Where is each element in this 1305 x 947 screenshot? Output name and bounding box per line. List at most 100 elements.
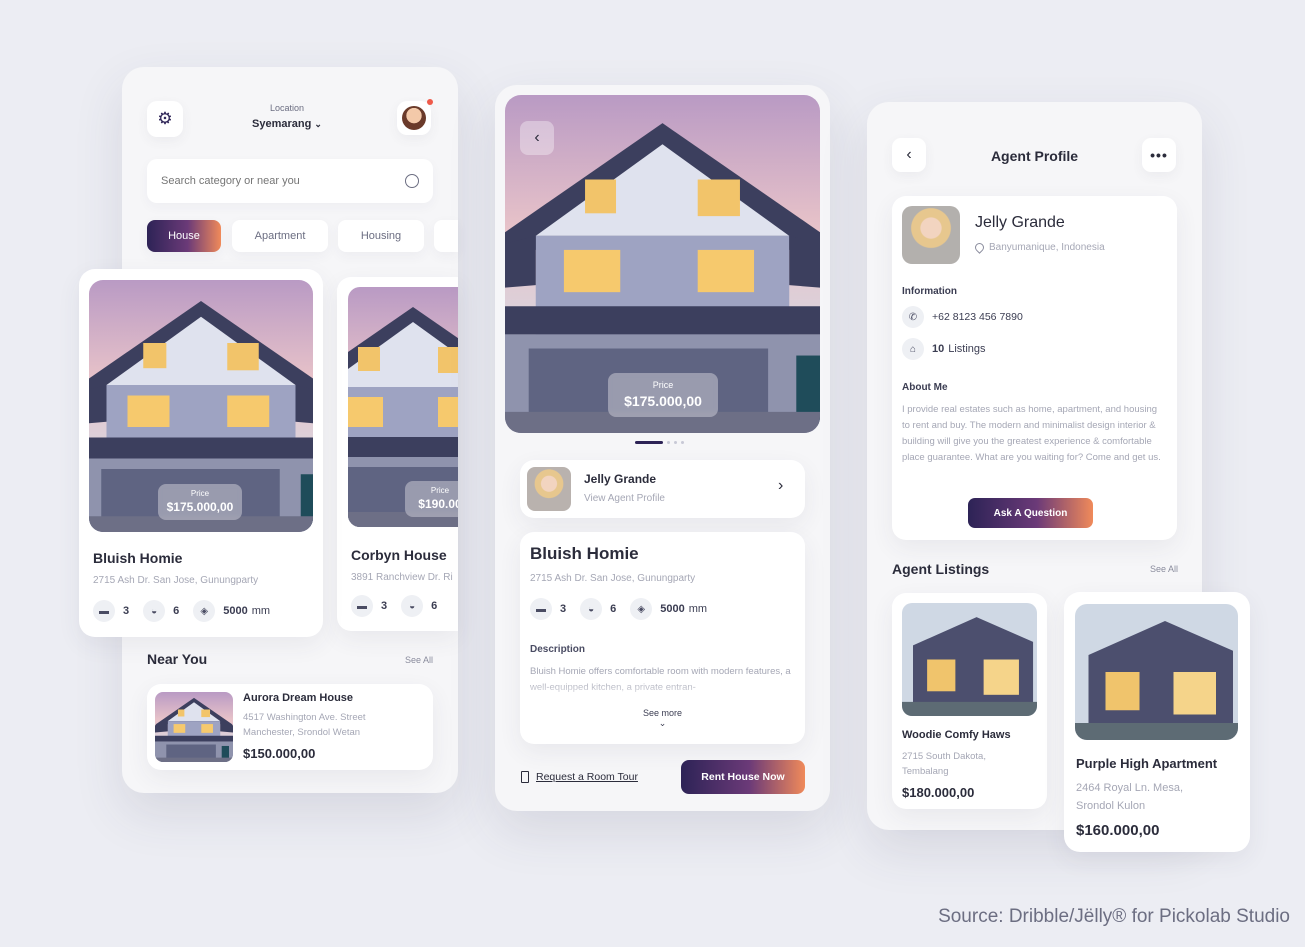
chip-house[interactable]: House bbox=[147, 220, 221, 252]
bed-icon: ▬ bbox=[93, 600, 115, 622]
property-card-featured[interactable]: Price $175.000,00 Bluish Homie 2715 Ash … bbox=[79, 269, 323, 637]
location-pin-icon bbox=[973, 241, 986, 254]
chevron-down-icon: ⌄ bbox=[314, 119, 322, 129]
see-more-label: See more bbox=[642, 708, 683, 718]
listing-price: $180.000,00 bbox=[902, 785, 975, 800]
description-text: Bluish Homie offers comfortable room wit… bbox=[530, 666, 791, 693]
see-all-link[interactable]: See All bbox=[1150, 564, 1178, 574]
price: $175.000,00 bbox=[166, 500, 234, 514]
property-card[interactable]: Price $190.00 Corbyn House 3891 Ranchvie… bbox=[337, 277, 458, 631]
settings-button[interactable]: ⚙ bbox=[147, 101, 183, 137]
phone-number[interactable]: +62 8123 456 7890 bbox=[932, 311, 1023, 323]
chevron-left-icon: ‹ bbox=[534, 129, 540, 146]
chevron-right-icon: › bbox=[778, 477, 784, 494]
request-tour-label: Request a Room Tour bbox=[536, 771, 638, 783]
notification-dot bbox=[427, 99, 433, 105]
area-icon: ◈ bbox=[193, 600, 216, 622]
information-title: Information bbox=[902, 286, 957, 297]
baths-value: 6 bbox=[431, 600, 438, 612]
chip-more[interactable] bbox=[434, 220, 458, 252]
listing-name: Woodie Comfy Haws bbox=[902, 729, 1011, 741]
location-value: Syemarang bbox=[252, 118, 312, 130]
listing-name: Purple High Apartment bbox=[1076, 756, 1218, 771]
back-button[interactable]: ‹ bbox=[520, 121, 554, 155]
request-tour-link[interactable]: Request a Room Tour bbox=[521, 771, 638, 783]
agent-row[interactable]: Jelly Grande View Agent Profile › bbox=[520, 460, 805, 518]
search-bar[interactable] bbox=[147, 159, 433, 203]
area-icon: ◈ bbox=[630, 598, 653, 620]
chip-apartment[interactable]: Apartment bbox=[232, 220, 328, 252]
search-icon[interactable] bbox=[405, 174, 419, 188]
item-price: $150.000,00 bbox=[243, 746, 316, 761]
property-address: 2715 Ash Dr. San Jose, Gunungparty bbox=[93, 575, 259, 586]
bed-icon: ▬ bbox=[530, 598, 552, 620]
listing-address: 2464 Royal Ln. Mesa, Srondol Kulon bbox=[1076, 782, 1184, 812]
more-icon: ••• bbox=[1150, 147, 1168, 163]
bath-icon: ◒ bbox=[401, 595, 424, 617]
location-label: Location bbox=[269, 103, 305, 113]
rent-house-button[interactable]: Rent House Now bbox=[681, 760, 805, 794]
house-address: 2715 Ash Dr. San Jose, Gunungparty bbox=[530, 573, 696, 584]
more-options-button[interactable]: ••• bbox=[1142, 138, 1176, 172]
source-caption: Source: Dribble/Jëlly® for Pickolab Stud… bbox=[938, 906, 1290, 927]
search-input[interactable] bbox=[161, 175, 405, 187]
agent-listings-title: Agent Listings bbox=[892, 561, 990, 577]
house-thumbnail bbox=[155, 692, 233, 762]
carousel-dots[interactable] bbox=[635, 441, 684, 444]
price-label: Price bbox=[652, 380, 674, 390]
agent-avatar bbox=[527, 467, 571, 511]
chip-housing[interactable]: Housing bbox=[338, 220, 424, 252]
agent-name: Jelly Grande bbox=[975, 214, 1065, 231]
area-unit: mm bbox=[251, 605, 271, 617]
near-you-item[interactable]: Aurora Dream House 4517 Washington Ave. … bbox=[147, 684, 433, 770]
agent-avatar bbox=[902, 206, 960, 264]
location-selector[interactable]: Syemarang ⌄ bbox=[232, 118, 342, 130]
page-title: Agent Profile bbox=[990, 148, 1079, 164]
price: $175.000,00 bbox=[624, 393, 702, 409]
chevron-left-icon: ‹ bbox=[906, 146, 912, 163]
about-text: I provide real estates such as home, apa… bbox=[902, 404, 1161, 463]
beds-value: 3 bbox=[123, 605, 130, 617]
area-unit: mm bbox=[688, 603, 708, 615]
beds-value: 3 bbox=[560, 603, 567, 615]
gear-icon: ⚙ bbox=[157, 109, 173, 128]
item-name: Aurora Dream House bbox=[243, 692, 354, 704]
house-detail-card: Bluish Homie 2715 Ash Dr. San Jose, Gunu… bbox=[520, 532, 805, 744]
home-icon: ⌂ bbox=[902, 338, 924, 360]
listing-photo bbox=[1075, 604, 1238, 740]
baths-value: 6 bbox=[610, 603, 617, 615]
beds-value: 3 bbox=[381, 600, 388, 612]
property-name: Bluish Homie bbox=[93, 550, 183, 566]
house-name: Bluish Homie bbox=[530, 544, 639, 563]
listings-count: 10 bbox=[932, 343, 945, 355]
property-address: 3891 Ranchview Dr. Ri bbox=[351, 572, 453, 583]
listing-card[interactable]: Woodie Comfy Haws 2715 South Dakota, Tem… bbox=[892, 593, 1047, 809]
door-icon bbox=[521, 771, 529, 783]
detail-screen: ‹ Price $175.000,00 Jelly Grande View Ag… bbox=[495, 85, 830, 811]
price: $190.00 bbox=[418, 497, 458, 511]
listings-word: Listings bbox=[948, 343, 986, 355]
see-more-button[interactable]: See more ⌄ bbox=[620, 708, 705, 729]
ask-question-button[interactable]: Ask A Question bbox=[968, 498, 1093, 528]
area-value: 5000 bbox=[223, 605, 248, 617]
about-title: About Me bbox=[902, 382, 948, 393]
agent-profile-card: Jelly Grande Banyumanique, Indonesia Inf… bbox=[892, 196, 1177, 540]
agent-name: Jelly Grande bbox=[584, 472, 657, 486]
listing-price: $160.000,00 bbox=[1076, 822, 1160, 839]
bath-icon: ◒ bbox=[580, 598, 603, 620]
price-label: Price bbox=[430, 486, 450, 495]
item-address: 4517 Washington Ave. Street Manchester, … bbox=[243, 712, 366, 738]
area-value: 5000 bbox=[660, 603, 685, 615]
listing-address: 2715 South Dakota, Tembalang bbox=[902, 751, 986, 777]
back-button[interactable]: ‹ bbox=[892, 138, 926, 172]
bed-icon: ▬ bbox=[351, 595, 373, 617]
description-title: Description bbox=[530, 644, 586, 655]
see-all-link[interactable]: See All bbox=[405, 655, 433, 665]
listing-card-featured[interactable]: Purple High Apartment 2464 Royal Ln. Mes… bbox=[1064, 592, 1250, 852]
view-agent-profile-link[interactable]: View Agent Profile bbox=[584, 493, 665, 504]
property-name: Corbyn House bbox=[351, 547, 447, 563]
bath-icon: ◒ bbox=[143, 600, 166, 622]
baths-value: 6 bbox=[173, 605, 180, 617]
phone-icon: ✆ bbox=[902, 306, 924, 328]
avatar[interactable] bbox=[397, 99, 433, 135]
